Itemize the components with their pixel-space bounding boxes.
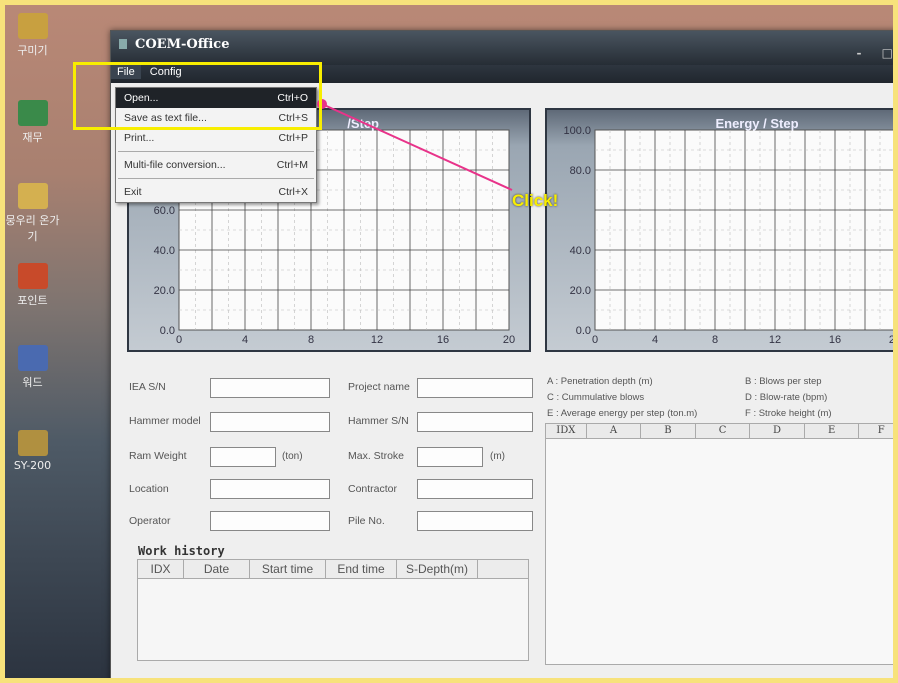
annotation-highlight-box bbox=[73, 62, 322, 130]
annotation-click-label: Click! bbox=[512, 191, 559, 210]
arrow-line bbox=[321, 103, 513, 191]
